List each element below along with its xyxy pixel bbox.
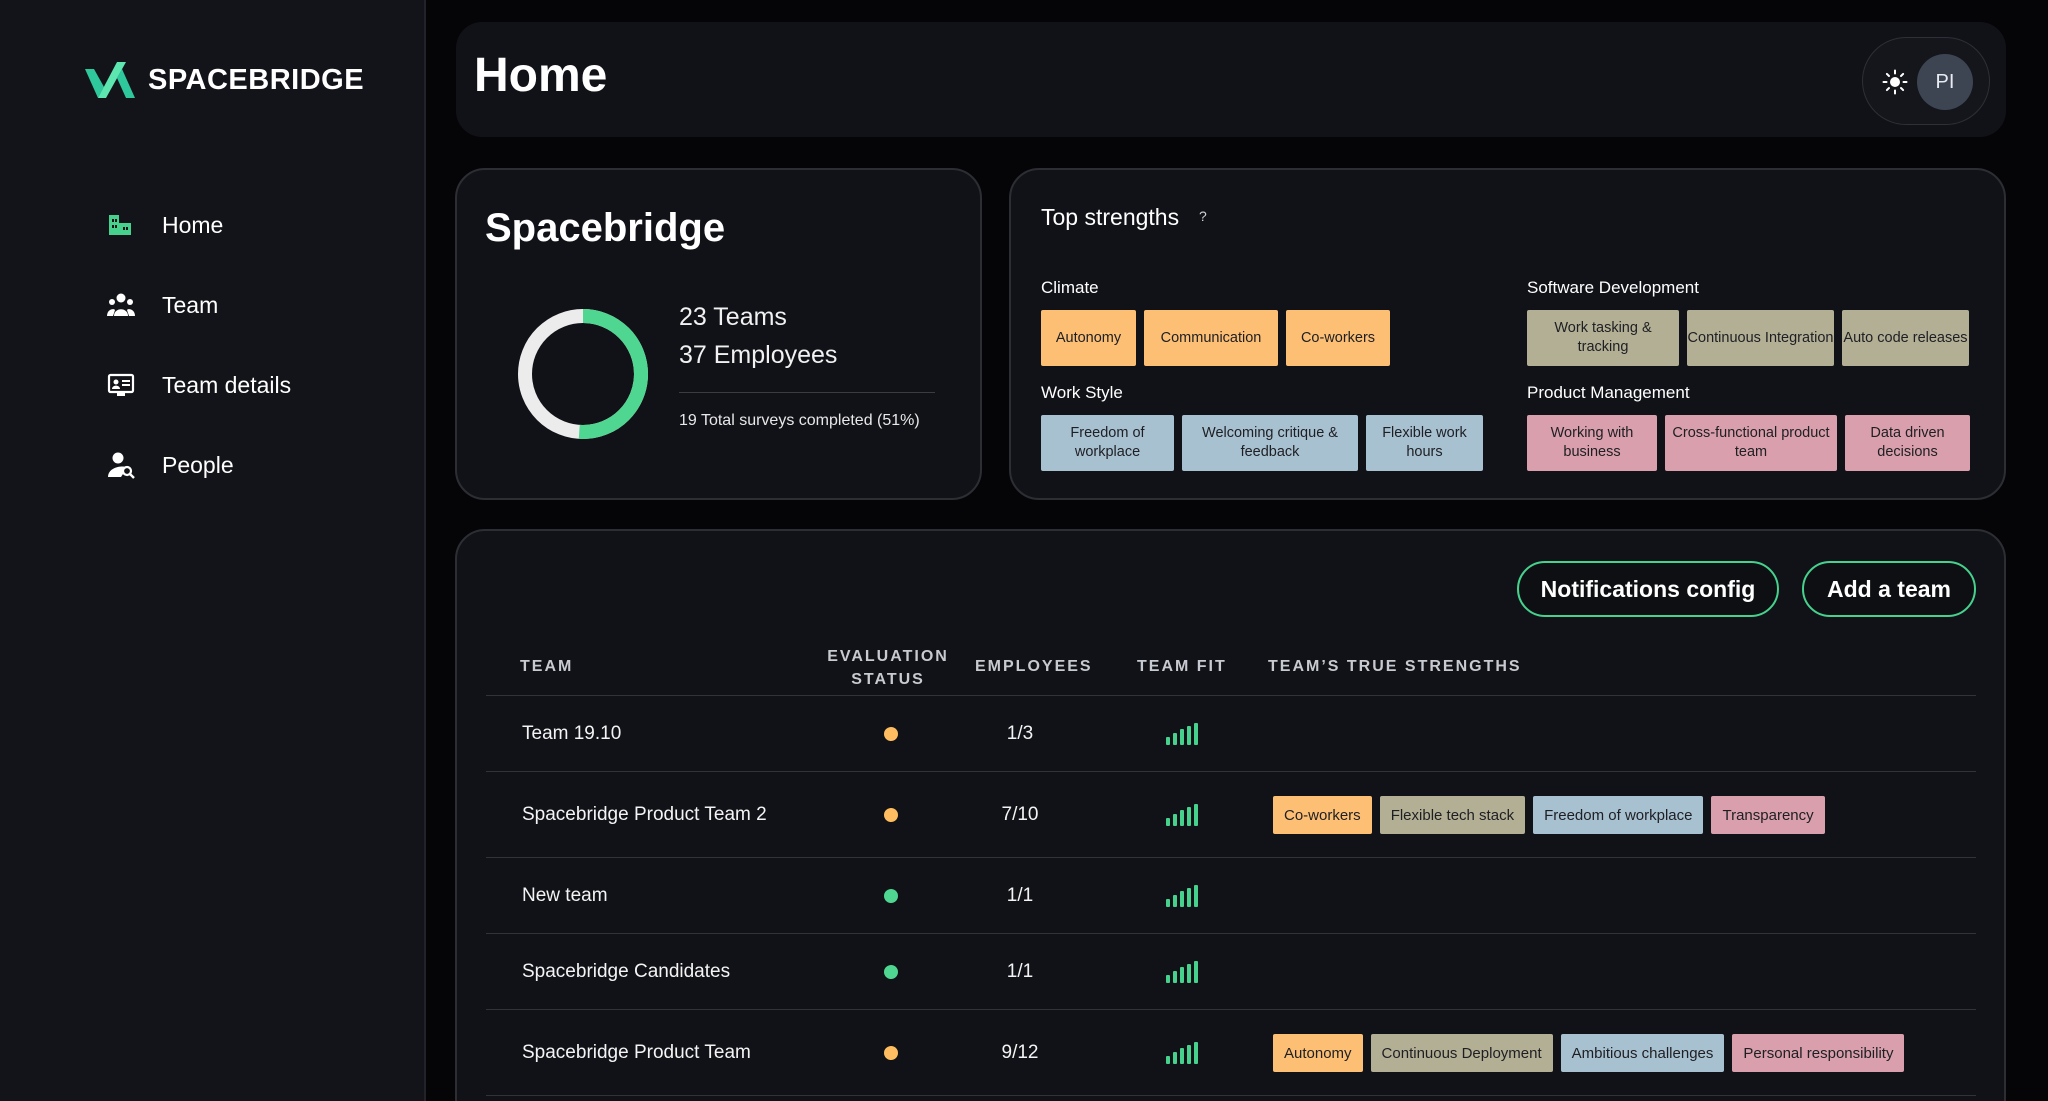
column-header-team-fit[interactable]: TEAM FIT — [1137, 658, 1227, 676]
team-fit-signal-icon — [1166, 961, 1198, 983]
company-summary-card: Spacebridge 23 Teams 37 Employees 19 Tot… — [455, 168, 982, 500]
strength-chip: Ambitious challenges — [1560, 1034, 1725, 1072]
surveys-completed: 19 Total surveys completed (51%) — [679, 412, 920, 429]
table-row[interactable]: Spacebridge Product Team 9/12 Autonomy Cont… — [486, 1010, 1976, 1096]
strength-chip: Autonomy — [1273, 1034, 1363, 1072]
help-icon[interactable]: ? — [1199, 208, 1207, 224]
category-software-development: Software Development — [1527, 278, 1699, 297]
category-work-style: Work Style — [1041, 383, 1123, 402]
team-name[interactable]: Spacebridge Product Team 2 — [522, 804, 767, 826]
team-fit-signal-icon — [1166, 723, 1198, 745]
column-header-true-strengths[interactable]: TEAM’S TRUE STRENGTHS — [1268, 658, 1522, 676]
strength-chip: Work tasking & tracking — [1527, 310, 1679, 366]
strength-chip: Continuous Integration — [1687, 310, 1834, 366]
page-title: Home — [474, 49, 608, 102]
sidebar-item-home[interactable]: Home — [106, 185, 291, 265]
climate-chips: Autonomy Communication Co-workers — [1041, 310, 1390, 366]
category-product-management: Product Management — [1527, 383, 1690, 402]
team-name[interactable]: Team 19.10 — [522, 723, 621, 745]
column-header-employees[interactable]: EMPLOYEES — [975, 658, 1093, 676]
divider — [679, 392, 935, 393]
team-fit-signal-icon — [1166, 804, 1198, 826]
top-strengths-card: Top strengths ? Climate Autonomy Communi… — [1009, 168, 2006, 500]
strength-chip: Continuous Deployment — [1370, 1034, 1553, 1072]
team-fit-signal-icon — [1166, 1042, 1198, 1064]
evaluation-status-indicator — [884, 889, 898, 903]
table-row[interactable]: Spacebridge Product Team 2 7/10 Co-workers… — [486, 772, 1976, 858]
strength-chip: Working with business — [1527, 415, 1657, 471]
teams-table-card: Notifications config Add a team TEAM EVA… — [455, 529, 2006, 1101]
evaluation-status-indicator — [884, 808, 898, 822]
team-name[interactable]: Spacebridge Product Team — [522, 1042, 751, 1064]
logo[interactable]: SPACEBRIDGE — [84, 60, 364, 100]
column-header-label: STATUS — [851, 671, 925, 688]
sidebar-item-label: Team — [162, 291, 219, 318]
employees-count: 9/12 — [1001, 1042, 1039, 1063]
company-name: Spacebridge — [485, 206, 726, 250]
strength-chip: Freedom of workplace — [1533, 796, 1704, 834]
table-row[interactable]: New team 1/1 — [486, 858, 1976, 934]
strength-chip: Auto code releases — [1842, 310, 1969, 366]
sidebar-item-team-details[interactable]: Team details — [106, 345, 291, 425]
sidebar-nav: Home Team Team details People — [106, 185, 291, 505]
team-icon — [106, 290, 136, 320]
header-controls: PI — [1862, 37, 1990, 125]
avatar[interactable]: PI — [1917, 54, 1973, 110]
sidebar-item-label: Team details — [162, 371, 292, 398]
strength-chip: Communication — [1144, 310, 1278, 366]
spacebridge-logo-icon — [85, 62, 135, 98]
strength-chip: Flexible work hours — [1366, 415, 1483, 471]
employees-count: 1/1 — [1006, 885, 1034, 906]
add-team-button[interactable]: Add a team — [1802, 561, 1976, 617]
team-fit-signal-icon — [1166, 885, 1198, 907]
sun-icon — [1882, 69, 1908, 95]
evaluation-status-indicator — [884, 1046, 898, 1060]
software-chips: Work tasking & tracking Continuous Integ… — [1527, 310, 1969, 366]
building-icon — [106, 210, 136, 240]
sidebar-item-label: Home — [162, 211, 224, 238]
strength-chip: Autonomy — [1041, 310, 1136, 366]
sidebar-item-label: People — [162, 451, 234, 478]
app-name: SPACEBRIDGE — [148, 63, 365, 96]
employees-count: 7/10 — [1001, 804, 1039, 825]
survey-completion-donut — [518, 309, 648, 439]
employees-count: 37 Employees — [679, 341, 838, 369]
strength-chip: Flexible tech stack — [1379, 796, 1526, 834]
theme-toggle-button[interactable] — [1875, 62, 1915, 102]
sidebar-item-team[interactable]: Team — [106, 265, 291, 345]
evaluation-status-indicator — [884, 727, 898, 741]
team-details-icon — [106, 370, 136, 400]
employees-count: 1/1 — [1006, 961, 1034, 982]
sidebar-item-people[interactable]: People — [106, 425, 291, 505]
header-bar: Home PI — [456, 22, 2006, 137]
column-header-label: EVALUATION — [827, 648, 949, 665]
sidebar: SPACEBRIDGE Home Team Team details Peopl… — [0, 0, 426, 1101]
strength-chip: Welcoming critique & feedback — [1182, 415, 1358, 471]
top-strengths-title: Top strengths — [1041, 204, 1180, 230]
team-strengths: Co-workers Flexible tech stack Freedom of … — [1273, 796, 1825, 834]
team-strengths: Autonomy Continuous Deployment Ambitious c… — [1273, 1034, 1905, 1072]
strength-chip: Cross-functional product team — [1665, 415, 1837, 471]
product-chips: Working with business Cross-functional p… — [1527, 415, 1970, 471]
notifications-config-button[interactable]: Notifications config — [1517, 561, 1779, 617]
people-search-icon — [106, 450, 136, 480]
evaluation-status-indicator — [884, 965, 898, 979]
teams-count: 23 Teams — [679, 303, 787, 331]
work-style-chips: Freedom of workplace Welcoming critique … — [1041, 415, 1483, 471]
column-header-team[interactable]: TEAM — [520, 658, 573, 676]
table-row[interactable]: Team 19.10 1/3 — [486, 696, 1976, 772]
column-header-evaluation-status[interactable]: EVALUATION STATUS — [803, 645, 973, 691]
team-name[interactable]: New team — [522, 885, 608, 907]
table-row[interactable]: Spacebridge Candidates 1/1 — [486, 934, 1976, 1010]
strength-chip: Transparency — [1711, 796, 1825, 834]
team-name[interactable]: Spacebridge Candidates — [522, 961, 730, 983]
employees-count: 1/3 — [1006, 723, 1034, 744]
strength-chip: Personal responsibility — [1732, 1034, 1905, 1072]
strength-chip: Co-workers — [1273, 796, 1372, 834]
strength-chip: Co-workers — [1286, 310, 1390, 366]
strength-chip: Data driven decisions — [1845, 415, 1970, 471]
category-climate: Climate — [1041, 278, 1099, 297]
strength-chip: Freedom of workplace — [1041, 415, 1174, 471]
